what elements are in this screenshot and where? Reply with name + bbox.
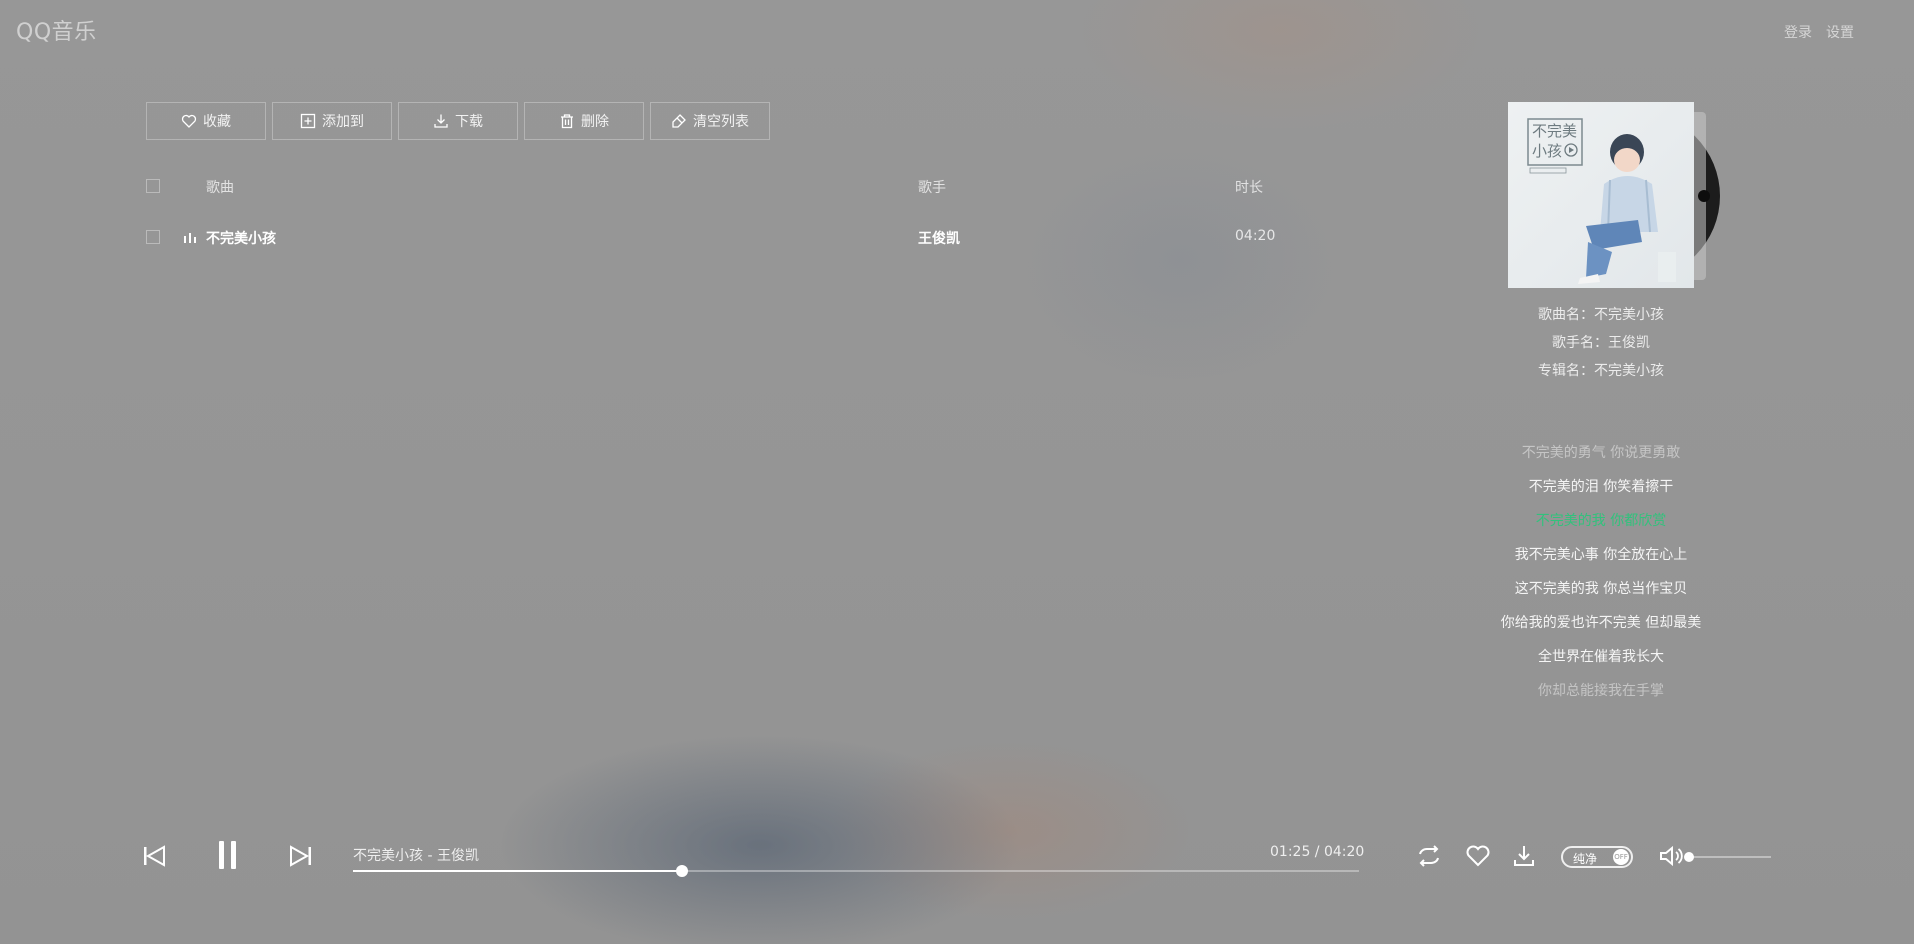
lyric-line: 不完美的勇气 你说更勇敢 xyxy=(1521,445,1681,461)
loop-icon[interactable] xyxy=(1415,844,1443,868)
pure-mode-label: 纯净 xyxy=(1573,852,1598,866)
lyric-line: 你却总能接我在手掌 xyxy=(1538,683,1664,699)
volume-icon[interactable] xyxy=(1658,844,1684,868)
song-singer[interactable]: 王俊凯 xyxy=(918,228,960,248)
favorite-button[interactable]: 收藏 xyxy=(146,102,266,140)
previous-track-icon[interactable] xyxy=(143,845,165,867)
lyric-line: 不完美的泪 你笑着擦干 xyxy=(1528,479,1674,495)
pure-mode-state: OFF xyxy=(1613,849,1629,865)
song-row[interactable]: 不完美小孩 王俊凯 04:20 xyxy=(146,228,1286,248)
album-name-info: 专辑名：不完美小孩 xyxy=(1538,363,1664,379)
header-song: 歌曲 xyxy=(206,180,234,196)
add-to-label: 添加到 xyxy=(322,114,364,130)
pure-mode-toggle[interactable]: 纯净 OFF xyxy=(1561,846,1633,868)
volume-slider[interactable] xyxy=(1684,852,1771,862)
playing-bars-icon xyxy=(184,233,196,243)
album-cover: 不完美 小孩 xyxy=(1508,102,1694,288)
lyrics-panel: 不完美的勇气 你说更勇敢 不完美的泪 你笑着擦干 不完美的我 你都欣赏 我不完美… xyxy=(1460,444,1742,716)
download-song-icon[interactable] xyxy=(1510,844,1538,868)
pause-icon[interactable] xyxy=(216,840,240,870)
lyric-line: 这不完美的我 你总当作宝贝 xyxy=(1514,581,1688,597)
download-label: 下载 xyxy=(455,114,483,130)
top-links: 登录 设置 xyxy=(1784,22,1854,42)
vinyl-center xyxy=(1698,190,1710,202)
toolbar: 收藏 添加到 下载 删除 清空列表 xyxy=(146,102,770,140)
song-name[interactable]: 不完美小孩 xyxy=(206,228,276,248)
header-duration: 时长 xyxy=(1235,180,1263,196)
download-icon xyxy=(434,114,448,128)
progress-handle[interactable] xyxy=(675,865,688,877)
login-link[interactable]: 登录 xyxy=(1784,22,1812,42)
favorite-label: 收藏 xyxy=(203,114,231,130)
add-to-button[interactable]: 添加到 xyxy=(272,102,392,140)
lyric-line: 全世界在催着我长大 xyxy=(1538,649,1664,665)
lyric-line: 我不完美心事 你全放在心上 xyxy=(1514,547,1688,563)
download-button[interactable]: 下载 xyxy=(398,102,518,140)
broom-icon xyxy=(672,114,686,128)
progress-bar[interactable] xyxy=(353,865,1359,877)
next-track-icon[interactable] xyxy=(290,845,312,867)
cover-title-line2: 小孩 xyxy=(1532,142,1562,160)
song-duration: 04:20 xyxy=(1235,228,1276,244)
song-checkbox[interactable] xyxy=(146,230,160,244)
clear-list-label: 清空列表 xyxy=(693,114,749,130)
track-title: 不完美小孩 - 王俊凯 xyxy=(353,848,479,864)
plus-square-icon xyxy=(300,113,316,129)
lyric-line: 你给我的爱也许不完美 但却最美 xyxy=(1500,615,1702,631)
trash-icon xyxy=(561,114,573,129)
cover-title-line1: 不完美 xyxy=(1532,122,1577,140)
singer-name-info: 歌手名：王俊凯 xyxy=(1552,335,1650,351)
progress-fill xyxy=(353,870,682,872)
track-time: 01:25 / 04:20 xyxy=(1270,844,1365,860)
heart-icon xyxy=(181,114,197,128)
like-icon[interactable] xyxy=(1464,844,1492,868)
clear-list-button[interactable]: 清空列表 xyxy=(650,102,770,140)
player-bar: 不完美小孩 - 王俊凯 01:25 / 04:20 纯净 OFF xyxy=(0,830,1914,890)
app-logo: QQ音乐 xyxy=(16,20,97,45)
song-list-header: 歌曲 歌手 时长 xyxy=(146,177,1286,197)
song-name-info: 歌曲名：不完美小孩 xyxy=(1538,307,1664,323)
delete-label: 删除 xyxy=(581,114,609,130)
volume-handle[interactable] xyxy=(1684,852,1694,862)
lyric-line-current: 不完美的我 你都欣赏 xyxy=(1535,513,1667,529)
delete-button[interactable]: 删除 xyxy=(524,102,644,140)
settings-link[interactable]: 设置 xyxy=(1826,22,1854,42)
header-singer: 歌手 xyxy=(918,180,946,196)
select-all-checkbox[interactable] xyxy=(146,179,160,193)
